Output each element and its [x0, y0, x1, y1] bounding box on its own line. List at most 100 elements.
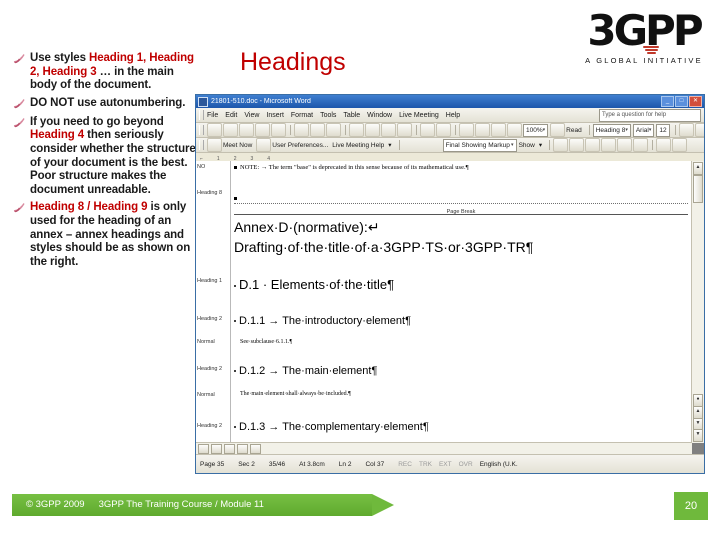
spelling-icon[interactable] [310, 123, 325, 137]
header-rule [234, 214, 688, 215]
horizontal-scrollbar[interactable] [196, 442, 692, 454]
read-button[interactable]: Read [566, 127, 582, 134]
print-layout-view-icon[interactable] [224, 443, 235, 454]
menu-tools[interactable]: Tools [320, 112, 336, 119]
3gpp-logo: 3GPP A GLOBAL INITIATIVE [580, 8, 708, 80]
accept-change-icon[interactable] [585, 138, 601, 152]
scrollbar-thumb[interactable] [693, 175, 703, 203]
zoom-combo[interactable]: 100% ▾ [523, 123, 549, 137]
heading-1-text: D.1 · Elements·of·the·title¶ [239, 277, 395, 292]
menu-insert[interactable]: Insert [266, 112, 284, 119]
menu-window[interactable]: Window [367, 112, 392, 119]
standard-toolbar: 100% ▾ Read Heading 8 ▾ Arial ▾ 12 [196, 123, 704, 138]
menu-format[interactable]: Format [291, 112, 313, 119]
ask-a-question-input[interactable]: Type a question for help [599, 108, 701, 122]
toolbar-grip[interactable] [199, 125, 204, 135]
restore-button[interactable]: □ [675, 96, 688, 107]
show-menu-button[interactable]: Show [519, 142, 535, 149]
insert-hyperlink-icon[interactable] [459, 123, 474, 137]
previous-change-icon[interactable] [553, 138, 569, 152]
bulleted-list-icon[interactable] [694, 123, 704, 137]
style-label: Heading 1 [197, 278, 223, 284]
chevron-down-icon[interactable]: ▾ [388, 141, 391, 149]
copy-icon[interactable] [365, 123, 380, 137]
user-preferences-icon[interactable] [256, 138, 272, 152]
document-page[interactable]: NO Heading 8 Heading 1 Heading 2 Normal … [196, 161, 692, 443]
format-painter-icon[interactable] [397, 123, 412, 137]
undo-icon[interactable] [420, 123, 435, 137]
reject-change-icon[interactable] [601, 138, 617, 152]
user-preferences-button[interactable]: User Preferences... [272, 142, 328, 149]
reviewing-pane-icon[interactable] [672, 138, 688, 152]
save-icon[interactable] [239, 123, 254, 137]
paragraph-marker [234, 370, 236, 373]
style-value: Heading 8 [595, 126, 626, 134]
logo-tagline: A GLOBAL INITIATIVE [585, 56, 703, 65]
font-size-combo[interactable]: 12 [656, 123, 670, 137]
columns-icon[interactable] [491, 123, 506, 137]
document-lines[interactable]: Annex·D·(normative):↵ Drafting·of·the·ti… [234, 219, 676, 443]
menu-table[interactable]: Table [343, 112, 360, 119]
status-page: Page 35 [200, 460, 225, 468]
help-icon[interactable] [550, 123, 566, 137]
cut-icon[interactable] [349, 123, 364, 137]
chevron-down-icon[interactable]: ▾ [539, 141, 542, 149]
live-meeting-help-button[interactable]: Live Meeting Help [332, 142, 384, 149]
scroll-down-icon[interactable]: ▼ [693, 429, 703, 442]
footer-copyright: © 3GPP 2009 [26, 499, 85, 510]
status-column: Col 37 [365, 460, 385, 468]
next-change-icon[interactable] [569, 138, 585, 152]
web-layout-view-icon[interactable] [211, 443, 222, 454]
menu-grip[interactable] [199, 110, 204, 120]
display-for-review-combo[interactable]: Final Showing Markup ▾ [442, 138, 517, 152]
scroll-up-icon[interactable]: ▲ [693, 162, 703, 175]
open-icon[interactable] [223, 123, 238, 137]
font-combo[interactable]: Arial ▾ [632, 123, 655, 137]
meet-now-button[interactable]: Meet Now [223, 142, 252, 149]
redo-icon[interactable] [436, 123, 451, 137]
wifi-swoosh-icon [8, 201, 30, 216]
show-hide-marks-icon[interactable] [507, 123, 522, 137]
menu-file[interactable]: File [207, 112, 218, 119]
highlight-icon[interactable] [633, 138, 649, 152]
new-comment-icon[interactable] [617, 138, 633, 152]
menu-edit[interactable]: Edit [225, 112, 237, 119]
research-icon[interactable] [326, 123, 341, 137]
minimize-button[interactable]: _ [661, 96, 674, 107]
zoom-value: 100% [526, 126, 543, 134]
print-icon[interactable] [271, 123, 286, 137]
paste-icon[interactable] [381, 123, 396, 137]
menu-view[interactable]: View [244, 112, 259, 119]
toolbar-grip[interactable] [199, 140, 204, 150]
list-item: If you need to go beyond Heading 4 then … [8, 116, 198, 198]
chevron-down-icon: ▾ [542, 127, 546, 133]
normal-view-icon[interactable] [198, 443, 209, 454]
menu-help[interactable]: Help [446, 112, 460, 119]
menu-live-meeting[interactable]: Live Meeting [399, 112, 439, 119]
new-document-icon[interactable] [207, 123, 222, 137]
document-canvas: NO Heading 8 Heading 1 Heading 2 Normal … [196, 161, 704, 454]
status-ext[interactable]: EXT [439, 461, 452, 468]
heading-2-line-2: D.1.2 → The·main·element¶ [234, 365, 377, 377]
font-value: Arial [635, 126, 649, 134]
reading-layout-view-icon[interactable] [250, 443, 261, 454]
vertical-scrollbar[interactable]: ▲ ● ▲ ▼ ▼ [691, 161, 704, 443]
style-combo[interactable]: Heading 8 ▾ [592, 123, 631, 137]
heading-1-line: D.1 · Elements·of·the·title¶ [234, 277, 394, 292]
status-language[interactable]: English (U.K. [480, 461, 518, 468]
reviewing-toolbar: Meet Now User Preferences... Live Meetin… [196, 138, 704, 153]
status-ovr[interactable]: OVR [459, 461, 473, 468]
numbered-list-icon[interactable] [678, 123, 694, 137]
close-icon[interactable]: ✕ [689, 96, 702, 107]
status-trk[interactable]: TRK [419, 461, 432, 468]
permission-icon[interactable] [255, 123, 270, 137]
meet-now-icon[interactable] [207, 138, 222, 152]
slide-bullet-list: Use styles Heading 1, Heading 2, Heading… [8, 52, 198, 273]
print-preview-icon[interactable] [294, 123, 309, 137]
insert-table-icon[interactable] [475, 123, 490, 137]
status-rec[interactable]: REC [398, 461, 412, 468]
style-label: Normal [197, 392, 215, 398]
track-changes-icon[interactable] [656, 138, 672, 152]
outline-view-icon[interactable] [237, 443, 248, 454]
heading-2-text: D.1.2 → The·main·element¶ [239, 365, 378, 377]
